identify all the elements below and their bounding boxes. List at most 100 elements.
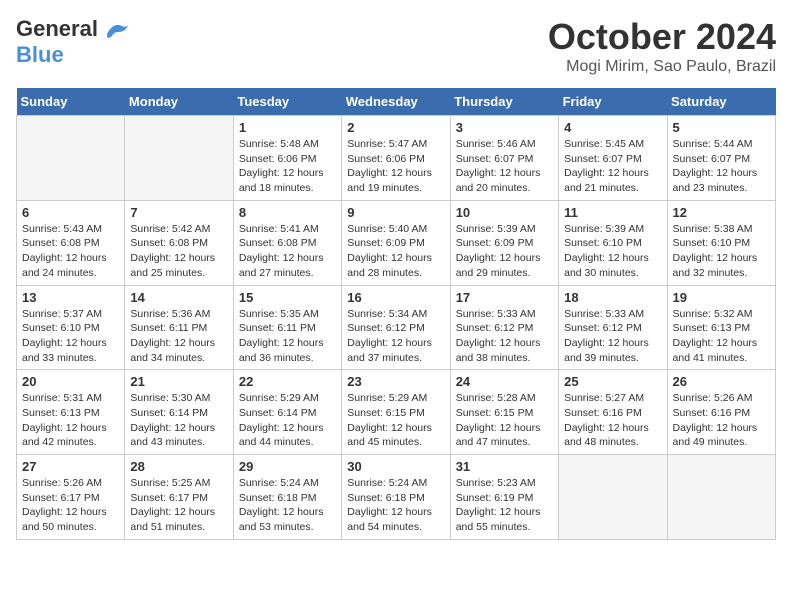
day-number: 4 (564, 120, 661, 135)
day-number: 14 (130, 290, 227, 305)
day-number: 5 (673, 120, 770, 135)
day-info: Sunrise: 5:24 AMSunset: 6:18 PMDaylight:… (239, 476, 336, 535)
day-info: Sunrise: 5:39 AMSunset: 6:10 PMDaylight:… (564, 222, 661, 281)
day-cell-17: 17Sunrise: 5:33 AMSunset: 6:12 PMDayligh… (450, 285, 558, 370)
day-cell-19: 19 Sunrise: 5:32 AMSunset: 6:13 PMDayligh… (667, 285, 775, 370)
day-number: 9 (347, 205, 444, 220)
month-title: October 2024 (548, 16, 776, 58)
logo-text: General (16, 16, 130, 42)
day-info: Sunrise: 5:25 AMSunset: 6:17 PMDaylight:… (130, 476, 227, 535)
day-number: 18 (564, 290, 661, 305)
logo-bird-icon (104, 20, 130, 40)
day-number: 6 (22, 205, 119, 220)
day-info: Sunrise: 5:36 AMSunset: 6:11 PMDaylight:… (130, 307, 227, 366)
day-cell-6: 6Sunrise: 5:43 AMSunset: 6:08 PMDaylight… (17, 200, 125, 285)
day-info: Sunrise: 5:29 AMSunset: 6:15 PMDaylight:… (347, 391, 444, 450)
empty-cell (667, 455, 775, 540)
day-info: Sunrise: 5:32 AMSunset: 6:13 PMDaylight:… (673, 307, 770, 366)
logo: General Blue (16, 16, 130, 68)
day-number: 16 (347, 290, 444, 305)
day-info: Sunrise: 5:33 AMSunset: 6:12 PMDaylight:… (564, 307, 661, 366)
day-cell-20: 20 Sunrise: 5:31 AMSunset: 6:13 PMDayligh… (17, 370, 125, 455)
day-cell-3: 3 Sunrise: 5:46 AMSunset: 6:07 PMDaylight… (450, 116, 558, 201)
day-number: 11 (564, 205, 661, 220)
day-number: 28 (130, 459, 227, 474)
header-day-wednesday: Wednesday (342, 88, 450, 116)
day-cell-2: 2 Sunrise: 5:47 AMSunset: 6:06 PMDaylight… (342, 116, 450, 201)
day-info: Sunrise: 5:45 AMSunset: 6:07 PMDaylight:… (564, 137, 661, 196)
day-info: Sunrise: 5:28 AMSunset: 6:15 PMDaylight:… (456, 391, 553, 450)
day-cell-10: 10Sunrise: 5:39 AMSunset: 6:09 PMDayligh… (450, 200, 558, 285)
day-info: Sunrise: 5:40 AMSunset: 6:09 PMDaylight:… (347, 222, 444, 281)
day-cell-21: 21 Sunrise: 5:30 AMSunset: 6:14 PMDayligh… (125, 370, 233, 455)
day-number: 13 (22, 290, 119, 305)
day-info: Sunrise: 5:26 AMSunset: 6:16 PMDaylight:… (673, 391, 770, 450)
calendar-table: SundayMondayTuesdayWednesdayThursdayFrid… (16, 88, 776, 540)
day-number: 29 (239, 459, 336, 474)
day-cell-8: 8 Sunrise: 5:41 AMSunset: 6:08 PMDaylight… (233, 200, 341, 285)
day-info: Sunrise: 5:35 AMSunset: 6:11 PMDaylight:… (239, 307, 336, 366)
header-row: SundayMondayTuesdayWednesdayThursdayFrid… (17, 88, 776, 116)
location-title: Mogi Mirim, Sao Paulo, Brazil (548, 58, 776, 76)
day-number: 3 (456, 120, 553, 135)
empty-cell (559, 455, 667, 540)
header-day-tuesday: Tuesday (233, 88, 341, 116)
week-row-2: 6Sunrise: 5:43 AMSunset: 6:08 PMDaylight… (17, 200, 776, 285)
day-cell-31: 31Sunrise: 5:23 AMSunset: 6:19 PMDayligh… (450, 455, 558, 540)
empty-cell (125, 116, 233, 201)
day-cell-23: 23 Sunrise: 5:29 AMSunset: 6:15 PMDayligh… (342, 370, 450, 455)
week-row-4: 20 Sunrise: 5:31 AMSunset: 6:13 PMDayligh… (17, 370, 776, 455)
logo-blue-text: Blue (16, 42, 64, 67)
page-header: General Blue October 2024 Mogi Mirim, Sa… (16, 16, 776, 76)
day-info: Sunrise: 5:44 AMSunset: 6:07 PMDaylight:… (673, 137, 770, 196)
day-number: 30 (347, 459, 444, 474)
day-info: Sunrise: 5:48 AMSunset: 6:06 PMDaylight:… (239, 137, 336, 196)
day-cell-22: 22 Sunrise: 5:29 AMSunset: 6:14 PMDayligh… (233, 370, 341, 455)
day-info: Sunrise: 5:30 AMSunset: 6:14 PMDaylight:… (130, 391, 227, 450)
day-cell-30: 30 Sunrise: 5:24 AMSunset: 6:18 PMDayligh… (342, 455, 450, 540)
day-number: 19 (673, 290, 770, 305)
day-number: 7 (130, 205, 227, 220)
day-cell-7: 7 Sunrise: 5:42 AMSunset: 6:08 PMDaylight… (125, 200, 233, 285)
day-number: 2 (347, 120, 444, 135)
day-number: 12 (673, 205, 770, 220)
day-number: 31 (456, 459, 553, 474)
day-number: 20 (22, 374, 119, 389)
day-info: Sunrise: 5:29 AMSunset: 6:14 PMDaylight:… (239, 391, 336, 450)
day-number: 23 (347, 374, 444, 389)
week-row-1: 1 Sunrise: 5:48 AMSunset: 6:06 PMDaylight… (17, 116, 776, 201)
day-cell-13: 13 Sunrise: 5:37 AMSunset: 6:10 PMDayligh… (17, 285, 125, 370)
day-info: Sunrise: 5:46 AMSunset: 6:07 PMDaylight:… (456, 137, 553, 196)
day-number: 27 (22, 459, 119, 474)
day-number: 1 (239, 120, 336, 135)
day-cell-16: 16Sunrise: 5:34 AMSunset: 6:12 PMDayligh… (342, 285, 450, 370)
day-info: Sunrise: 5:47 AMSunset: 6:06 PMDaylight:… (347, 137, 444, 196)
day-cell-11: 11 Sunrise: 5:39 AMSunset: 6:10 PMDayligh… (559, 200, 667, 285)
title-block: October 2024 Mogi Mirim, Sao Paulo, Braz… (548, 16, 776, 76)
day-info: Sunrise: 5:31 AMSunset: 6:13 PMDaylight:… (22, 391, 119, 450)
day-number: 8 (239, 205, 336, 220)
header-day-friday: Friday (559, 88, 667, 116)
day-cell-1: 1 Sunrise: 5:48 AMSunset: 6:06 PMDaylight… (233, 116, 341, 201)
day-info: Sunrise: 5:38 AMSunset: 6:10 PMDaylight:… (673, 222, 770, 281)
header-day-monday: Monday (125, 88, 233, 116)
day-number: 25 (564, 374, 661, 389)
day-cell-27: 27Sunrise: 5:26 AMSunset: 6:17 PMDayligh… (17, 455, 125, 540)
week-row-5: 27Sunrise: 5:26 AMSunset: 6:17 PMDayligh… (17, 455, 776, 540)
day-cell-18: 18 Sunrise: 5:33 AMSunset: 6:12 PMDayligh… (559, 285, 667, 370)
day-cell-26: 26 Sunrise: 5:26 AMSunset: 6:16 PMDayligh… (667, 370, 775, 455)
day-info: Sunrise: 5:39 AMSunset: 6:09 PMDaylight:… (456, 222, 553, 281)
day-cell-15: 15Sunrise: 5:35 AMSunset: 6:11 PMDayligh… (233, 285, 341, 370)
day-info: Sunrise: 5:24 AMSunset: 6:18 PMDaylight:… (347, 476, 444, 535)
day-info: Sunrise: 5:42 AMSunset: 6:08 PMDaylight:… (130, 222, 227, 281)
day-number: 24 (456, 374, 553, 389)
day-number: 22 (239, 374, 336, 389)
day-cell-25: 25Sunrise: 5:27 AMSunset: 6:16 PMDayligh… (559, 370, 667, 455)
day-cell-12: 12 Sunrise: 5:38 AMSunset: 6:10 PMDayligh… (667, 200, 775, 285)
day-cell-4: 4 Sunrise: 5:45 AMSunset: 6:07 PMDaylight… (559, 116, 667, 201)
day-info: Sunrise: 5:37 AMSunset: 6:10 PMDaylight:… (22, 307, 119, 366)
day-number: 21 (130, 374, 227, 389)
empty-cell (17, 116, 125, 201)
day-info: Sunrise: 5:41 AMSunset: 6:08 PMDaylight:… (239, 222, 336, 281)
day-number: 26 (673, 374, 770, 389)
